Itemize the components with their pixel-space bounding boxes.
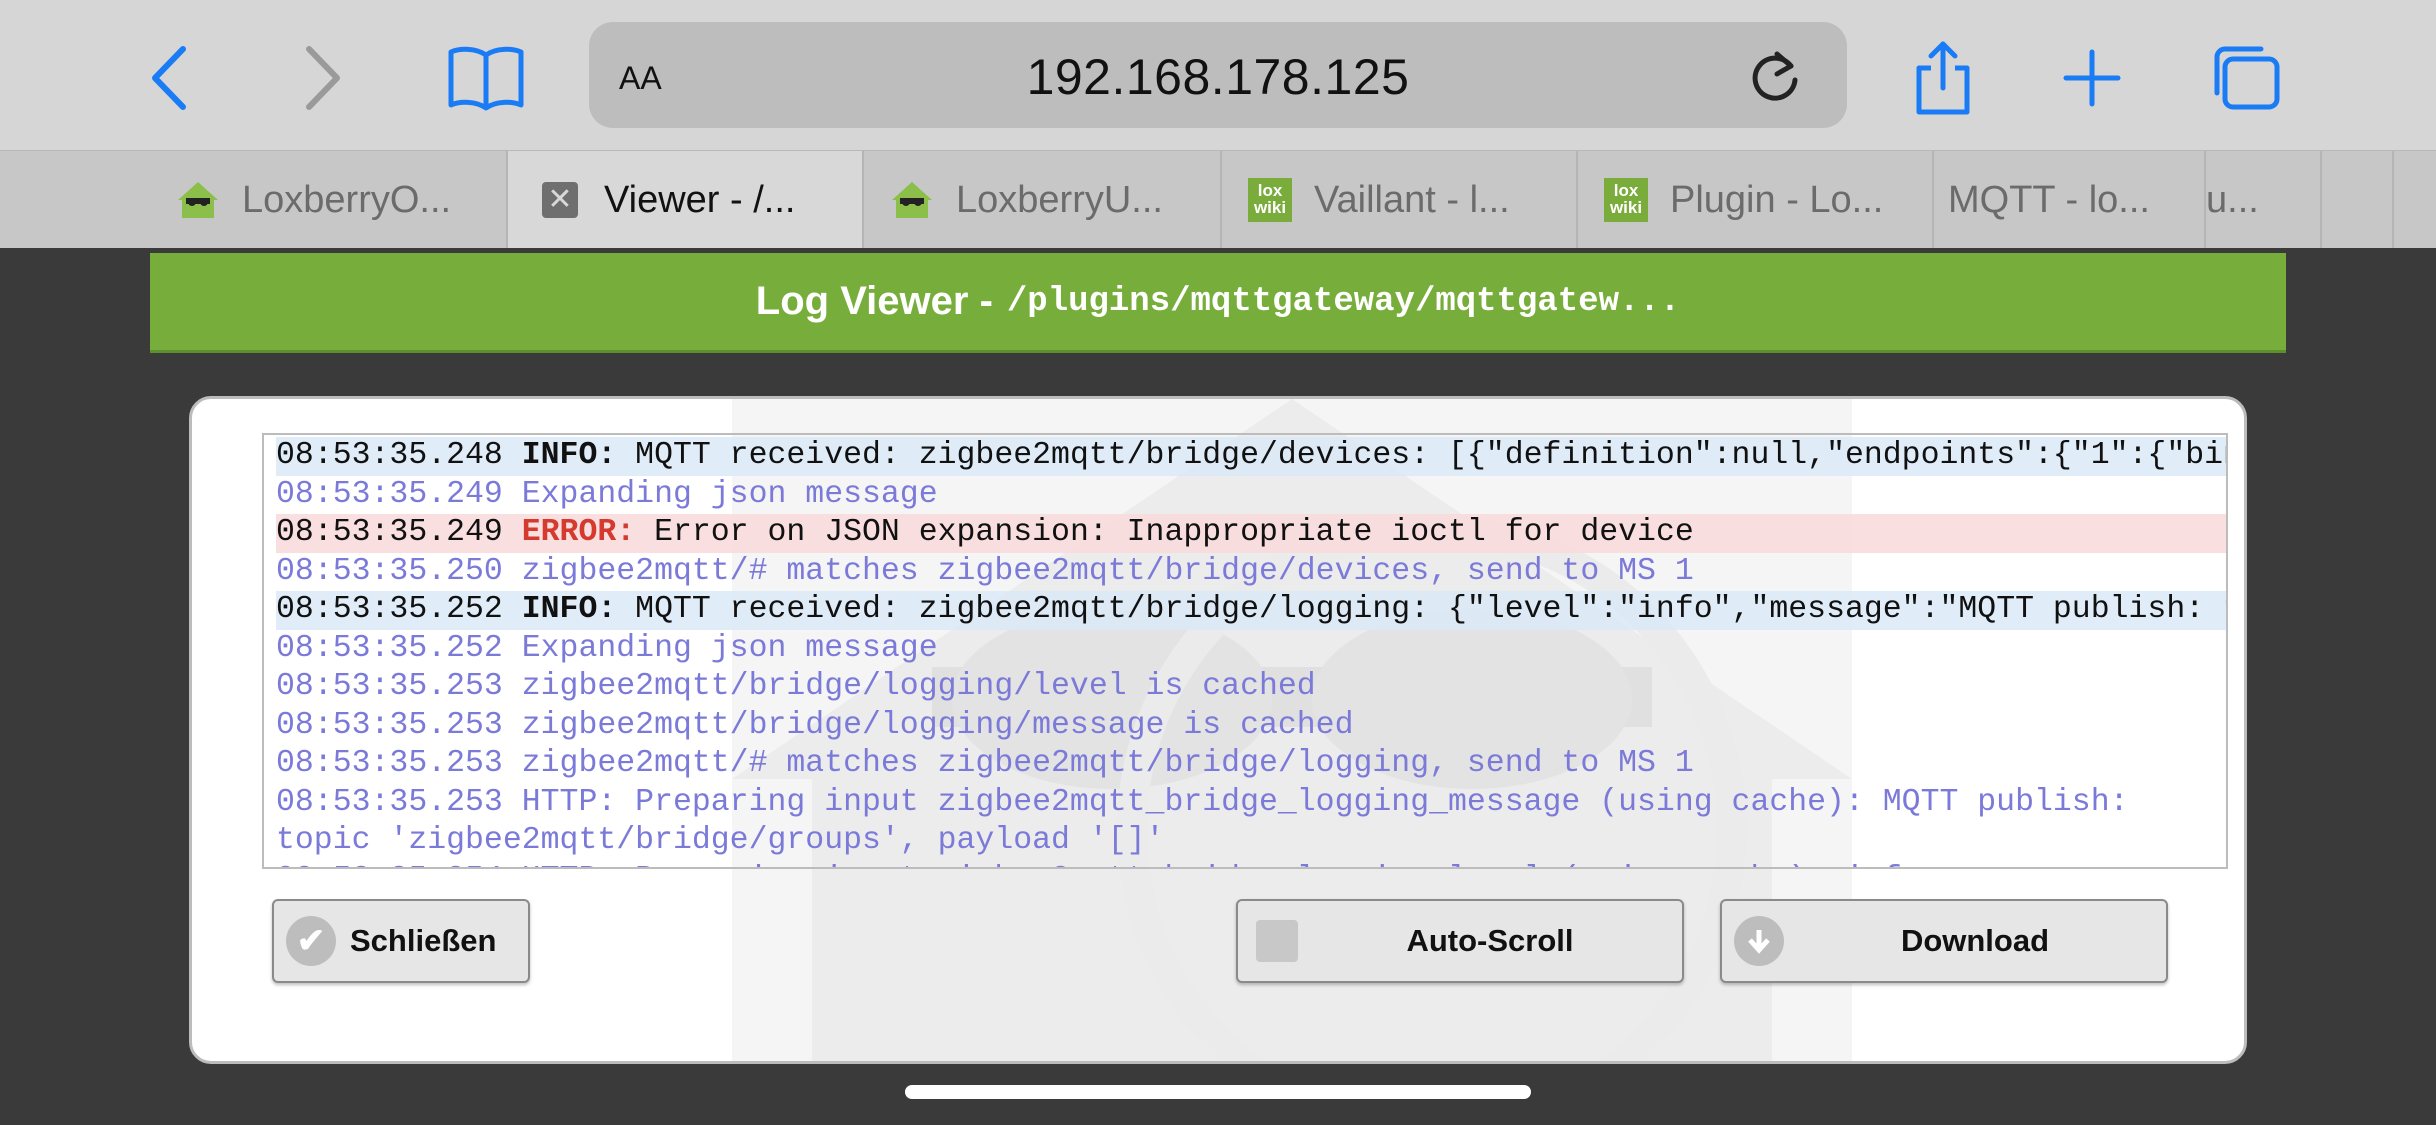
log-message: zigbee2mqtt/bridge/logging/message is ca… [502, 707, 1354, 743]
log-message: MQTT received: zigbee2mqtt/bridge/loggin… [616, 592, 2228, 627]
chevron-right-icon [306, 46, 340, 110]
log-message: HTTP: Preparing input zigbee2mqtt_bridge… [503, 862, 1921, 868]
log-timestamp: 08:53:35.249 [276, 515, 503, 550]
tab-bar: LoxberryO... ✕ Viewer - /... LoxberryU..… [0, 150, 2436, 249]
log-output[interactable]: 08:53:35.248 INFO: MQTT received: zigbee… [262, 433, 2228, 869]
log-message: Expanding json message [502, 630, 938, 666]
log-message: zigbee2mqtt/# matches zigbee2mqtt/bridge… [502, 553, 1694, 589]
tabs-overview-button[interactable] [2198, 30, 2294, 126]
log-level: ERROR: [521, 515, 636, 550]
tab-vaillant[interactable]: lox wiki Vaillant - l... [1222, 151, 1578, 249]
close-tab-icon[interactable]: ✕ [538, 178, 582, 222]
log-timestamp: 08:53:35.252 [276, 592, 503, 627]
log-timestamp: 08:53:35.253 [276, 669, 503, 704]
log-timestamp: 08:53:35.253 [276, 784, 503, 820]
log-line: 08:53:35.254 HTTP: Preparing input zigbe… [276, 861, 2226, 868]
tab-viewer[interactable]: ✕ Viewer - /... [508, 151, 864, 249]
log-line: 08:53:35.249 ERROR: Error on JSON expans… [276, 514, 2226, 553]
reload-button[interactable] [1747, 46, 1803, 111]
tab-loxberry-u[interactable]: LoxberryU... [864, 151, 1222, 249]
tab-overflow[interactable] [2322, 151, 2394, 249]
url-text: 192.168.178.125 [1026, 49, 1410, 105]
log-timestamp: 08:53:35.249 [276, 476, 503, 512]
auto-scroll-button[interactable]: Auto-Scroll [1236, 899, 1684, 983]
page-header: Log Viewer - /plugins/mqttgateway/mqttga… [150, 253, 2286, 353]
home-indicator [905, 1085, 1531, 1099]
log-message: topic 'zigbee2mqtt/bridge/groups', paylo… [276, 823, 1165, 858]
loxwiki-icon: lox wiki [1604, 178, 1648, 222]
new-tab-button[interactable] [2044, 30, 2140, 126]
tab-loxberry-o[interactable]: LoxberryO... [0, 151, 508, 249]
address-bar[interactable]: AA 192.168.178.125 [589, 22, 1847, 128]
log-timestamp: 08:53:35.253 [276, 746, 503, 781]
log-line: 08:53:35.248 INFO: MQTT received: zigbee… [276, 437, 2226, 476]
loxwiki-icon: lox wiki [1248, 178, 1292, 222]
share-button[interactable] [1895, 30, 1991, 126]
download-button[interactable]: Download [1720, 899, 2168, 983]
log-message: zigbee2mqtt/bridge/logging/level is cach… [502, 669, 1316, 704]
log-line: 08:53:35.253 zigbee2mqtt/bridge/logging/… [276, 668, 2226, 707]
log-timestamp: 08:53:35.252 [276, 630, 503, 666]
log-path: /plugins/mqttgateway/mqttgatew... [1006, 282, 1681, 321]
browser-toolbar: AA 192.168.178.125 [0, 0, 2436, 150]
tab-u[interactable]: u... [2206, 151, 2322, 249]
bookmarks-button[interactable] [438, 30, 534, 126]
log-viewer-dialog: 08:53:35.248 INFO: MQTT received: zigbee… [189, 396, 2247, 1064]
log-line: 08:53:35.253 zigbee2mqtt/bridge/logging/… [276, 707, 2226, 746]
download-arrow-icon [1734, 916, 1784, 966]
log-line: 08:53:35.252 Expanding json message [276, 630, 2226, 669]
log-message: MQTT received: zigbee2mqtt/bridge/device… [616, 438, 2228, 473]
log-line: 08:53:35.253 zigbee2mqtt/# matches zigbe… [276, 745, 2226, 784]
log-message: HTTP: Preparing input zigbee2mqtt_bridge… [502, 784, 2129, 820]
book-icon [448, 46, 524, 111]
log-line: 08:53:35.250 zigbee2mqtt/# matches zigbe… [276, 553, 2226, 592]
back-button[interactable] [122, 30, 218, 126]
log-timestamp: 08:53:35.253 [276, 707, 503, 743]
log-line: topic 'zigbee2mqtt/bridge/groups', paylo… [276, 822, 2226, 861]
tabs-overview-icon [2214, 46, 2280, 110]
log-timestamp: 08:53:35.254 [276, 862, 503, 868]
reload-icon [1752, 51, 1798, 101]
share-icon [1916, 41, 1970, 115]
log-line: 08:53:35.253 HTTP: Preparing input zigbe… [276, 784, 2226, 823]
log-level: INFO: [521, 438, 617, 473]
checkmark-icon: ✔ [286, 916, 336, 966]
log-message: Error on JSON expansion: Inappropriate i… [635, 515, 1694, 550]
log-timestamp: 08:53:35.248 [276, 438, 503, 473]
log-line: 08:53:35.252 INFO: MQTT received: zigbee… [276, 591, 2226, 630]
page-title: Log Viewer - [755, 279, 993, 323]
log-timestamp: 08:53:35.250 [276, 553, 503, 589]
page-content: Log Viewer - /plugins/mqttgateway/mqttga… [0, 248, 2436, 1125]
plus-icon [2063, 49, 2121, 107]
loxberry-icon [890, 178, 934, 222]
checkbox-icon[interactable] [1256, 920, 1298, 962]
log-message: zigbee2mqtt/# matches zigbee2mqtt/bridge… [502, 746, 1694, 781]
log-line: 08:53:35.249 Expanding json message [276, 476, 2226, 515]
close-button[interactable]: ✔ Schließen [272, 899, 530, 983]
loxberry-icon [176, 178, 220, 222]
forward-button[interactable] [274, 30, 370, 126]
tab-plugin[interactable]: lox wiki Plugin - Lo... [1578, 151, 1934, 249]
log-level: INFO: [521, 592, 617, 627]
chevron-left-icon [152, 46, 186, 110]
log-message: Expanding json message [502, 476, 938, 512]
tab-mqtt[interactable]: MQTT - lo... [1934, 151, 2206, 249]
